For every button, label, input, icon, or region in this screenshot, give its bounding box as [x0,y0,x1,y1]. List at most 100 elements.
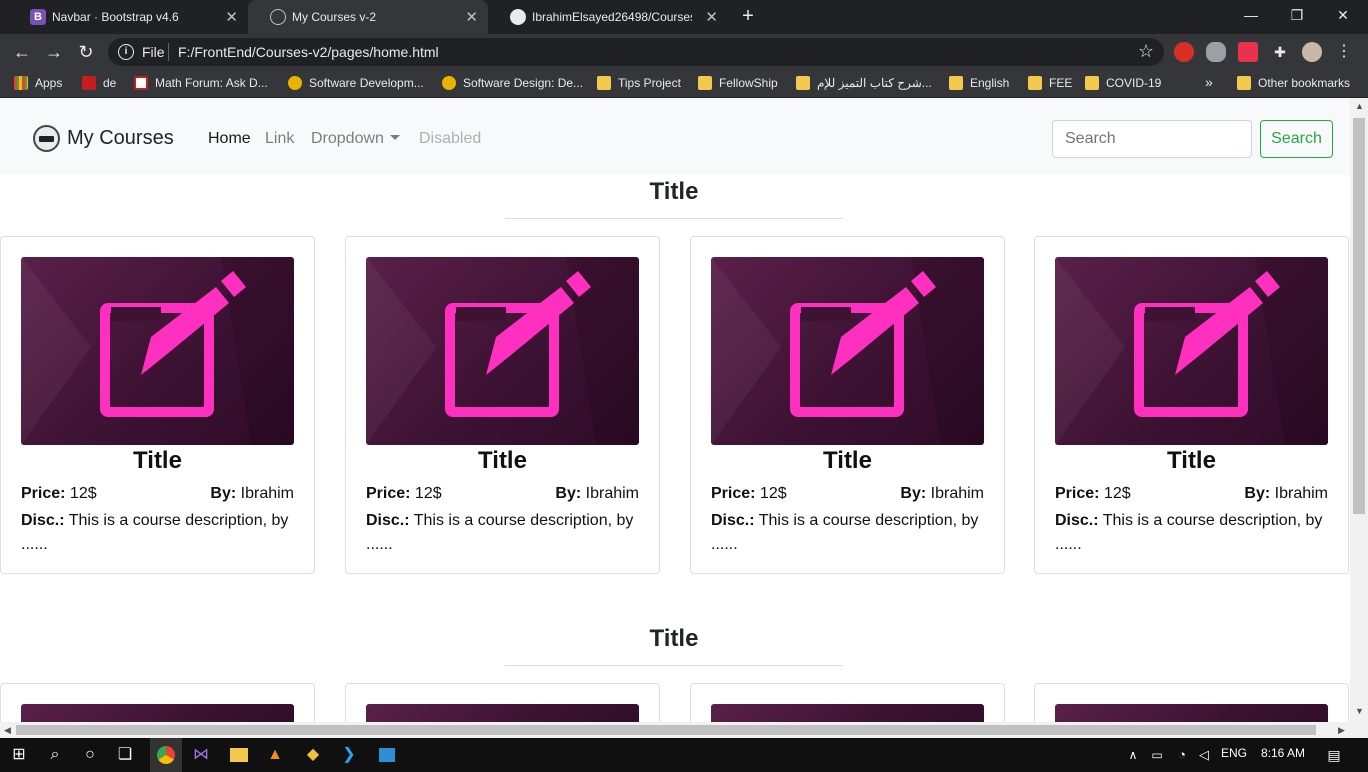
task-view-icon[interactable]: ❏ [114,744,136,766]
bookmark-folder-english[interactable]: English [949,76,1009,90]
info-icon[interactable]: i [118,44,134,60]
bookmark-folder-fellowship[interactable]: FellowShip [698,76,778,90]
tab-my-courses[interactable]: My Courses v-2 ✕ [248,0,488,34]
cloud-extension-icon[interactable] [1206,42,1226,62]
course-card[interactable]: Title Price: 12$ By: Ibrahim Disc.: This … [345,236,660,574]
tab-label: My Courses v-2 [292,10,377,24]
scroll-up-icon[interactable]: ▲ [1355,101,1364,111]
nav-dropdown-label: Dropdown [311,130,384,147]
course-price: 12$ [759,485,787,502]
close-icon[interactable]: ✕ [225,8,238,26]
section-title: Title [649,625,699,652]
github-icon [510,9,526,25]
close-icon[interactable]: ✕ [465,8,478,26]
course-description: Disc.: This is a course description, by … [366,512,634,553]
nav-link-home[interactable]: Home [208,130,251,148]
course-card[interactable] [690,683,1005,722]
nav-dropdown[interactable]: Dropdown [311,130,400,148]
minimize-icon[interactable]: — [1228,0,1274,30]
course-card[interactable] [1034,683,1349,722]
photos-icon[interactable] [376,744,398,766]
search-input[interactable] [1052,120,1252,158]
chevron-up-icon[interactable]: ∧ [1122,744,1144,766]
video-extension-icon[interactable] [1238,42,1258,62]
tab-label: Navbar · Bootstrap v4.6 [52,10,179,24]
edit-icon [366,257,639,445]
edit-icon [1055,257,1328,445]
course-card[interactable] [345,683,660,722]
search-icon[interactable]: ⌕ [44,744,66,766]
course-image [711,257,984,445]
address-bar[interactable]: i File F:/FrontEnd/Courses-v2/pages/home… [108,38,1164,66]
horizontal-scrollbar[interactable]: ◀ ▶ [0,722,1368,738]
search-button[interactable]: Search [1260,120,1333,158]
cortana-icon[interactable]: ○ [79,744,101,766]
navbar-brand[interactable]: My Courses [67,127,174,150]
edit-icon [711,257,984,445]
vlc-icon[interactable]: ▲ [264,744,286,766]
bookmark-folder-fee[interactable]: FEE [1028,76,1072,90]
vertical-scrollbar[interactable]: ▲ ▼ [1350,98,1368,722]
tab-navbar-bootstrap[interactable]: B Navbar · Bootstrap v4.6 ✕ [8,0,248,34]
bookmark-star-icon[interactable]: ☆ [1138,41,1154,62]
volume-icon[interactable]: ◁ [1193,744,1215,766]
nav-link-link[interactable]: Link [265,130,294,148]
course-card[interactable] [0,683,315,722]
horizontal-scroll-thumb[interactable] [16,725,1316,735]
git-icon[interactable]: ◆ [302,744,324,766]
browser-toolbar: ← → ↻ i File F:/FrontEnd/Courses-v2/page… [0,34,1368,70]
course-title: Title [1167,447,1216,474]
stop-hand-extension-icon[interactable] [1174,42,1194,62]
new-tab-button[interactable]: + [736,5,760,29]
course-author: Ibrahim [930,485,984,502]
course-meta-row: Price: 12$ By: Ibrahim [1055,485,1328,502]
bookmarks-overflow-chevron-icon[interactable]: » [1205,74,1213,90]
site-favicon [442,76,456,90]
close-icon[interactable]: ✕ [705,8,718,26]
reload-icon[interactable]: ↻ [74,40,98,64]
folder-icon [597,76,611,90]
scroll-down-icon[interactable]: ▼ [1355,706,1364,716]
brand-logo-icon[interactable] [33,125,60,152]
window-close-icon[interactable]: ✕ [1320,0,1366,30]
bookmark-apps[interactable]: Apps [14,76,62,90]
battery-icon[interactable]: ▭ [1146,744,1168,766]
bookmark-folder-arabic[interactable]: شرح كتاب التميز للإم... [796,76,935,90]
folder-icon [1237,76,1251,90]
address-url[interactable]: F:/FrontEnd/Courses-v2/pages/home.html [178,44,439,60]
profile-avatar[interactable] [1302,42,1322,62]
scroll-right-icon[interactable]: ▶ [1338,725,1345,736]
bookmark-folder-covid[interactable]: COVID-19 [1085,76,1161,90]
taskbar-clock[interactable]: 8:16 AM [1261,746,1305,760]
bookmark-folder-tips-project[interactable]: Tips Project [597,76,681,90]
course-card[interactable]: Title Price: 12$ By: Ibrahim Disc.: This … [690,236,1005,574]
folder-icon [698,76,712,90]
restore-icon[interactable]: ❐ [1274,0,1320,30]
visual-studio-icon[interactable]: ⋈ [190,744,212,766]
edit-icon [21,257,294,445]
windows-start-icon[interactable]: ⊞ [8,744,30,766]
course-title: Title [478,447,527,474]
bookmark-folder-other[interactable]: Other bookmarks [1237,76,1350,90]
folder-icon [1028,76,1042,90]
bookmark-math-forum[interactable]: Math Forum: Ask D... [134,76,268,90]
bookmark-software-development[interactable]: Software Developm... [288,76,424,90]
menu-kebab-icon[interactable]: ⋮ [1334,42,1354,62]
back-icon[interactable]: ← [10,40,34,64]
forward-icon[interactable]: → [42,40,66,64]
vscode-icon[interactable]: ❯ [338,744,360,766]
course-card[interactable]: Title Price: 12$ By: Ibrahim Disc.: This … [1034,236,1349,574]
vertical-scroll-thumb[interactable] [1353,118,1365,514]
bookmark-de[interactable]: de [82,76,116,90]
tab-github-repo[interactable]: IbrahimElsayed26498/Courses-v2 ✕ [488,0,728,34]
scroll-left-icon[interactable]: ◀ [4,725,11,736]
language-indicator[interactable]: ENG [1221,746,1247,760]
extensions-puzzle-icon[interactable]: ✚ [1270,42,1290,62]
chrome-icon[interactable] [150,738,182,772]
wifi-icon[interactable]: ◔ [1171,744,1193,766]
apps-grid-icon [14,76,28,90]
notifications-icon[interactable]: ▤ [1323,744,1345,766]
bookmark-software-design[interactable]: Software Design: De... [442,76,583,90]
course-card[interactable]: Title Price: 12$ By: Ibrahim Disc.: This … [0,236,315,574]
file-explorer-icon[interactable] [228,744,250,766]
